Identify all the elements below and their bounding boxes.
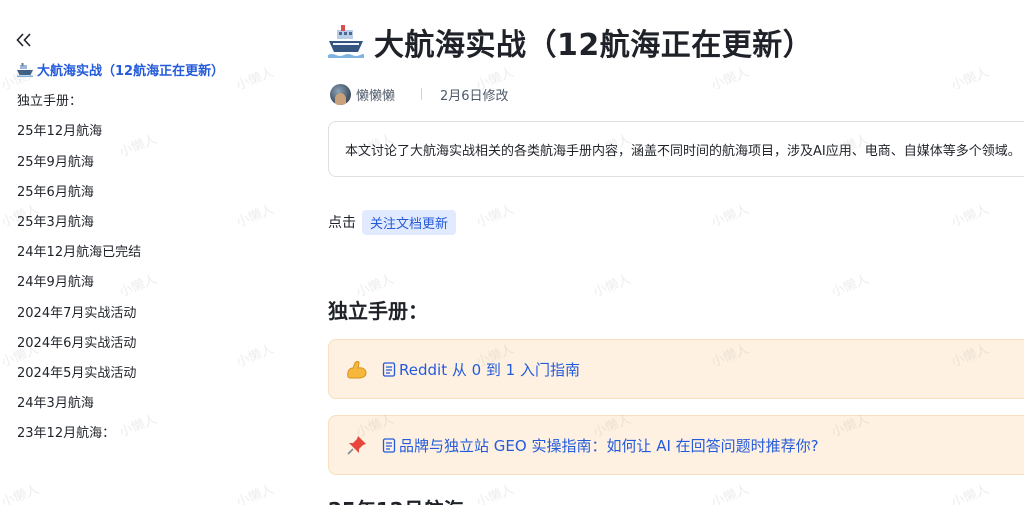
author-name[interactable]: 懒懒懒 [356,85,395,104]
flexed-biceps-icon [346,358,368,380]
toc-item[interactable]: 2024年5月实战活动 [17,362,290,392]
toc-item[interactable]: 24年3月航海 [17,392,290,422]
toc-item[interactable]: 2024年7月实战活动 [17,302,290,332]
toc-item-label: 大航海实战（12航海正在更新） [37,64,225,79]
toc-item[interactable]: 23年12月航海： [17,422,290,452]
section-heading: 25年12月航海 [328,494,464,505]
toc-item[interactable]: 25年12月航海 [17,120,290,150]
toc-list: 大航海实战（12航海正在更新） 独立手册： 25年12月航海 25年9月航海 2… [17,60,290,452]
follow-line: 点击 关注文档更新 [328,208,457,236]
pushpin-icon [346,434,368,456]
avatar[interactable] [330,83,351,105]
document-icon [382,361,396,377]
double-chevron-left-icon [16,33,31,47]
toc-item[interactable]: 25年3月航海 [17,211,290,241]
toc-item[interactable]: 独立手册： [17,90,290,120]
collapse-sidebar-button[interactable] [13,28,35,52]
doc-link[interactable]: Reddit 从 0 到 1 入门指南 [382,359,580,380]
doc-title: 大航海实战（12航海正在更新） [328,20,813,64]
meta-divider [421,88,423,100]
toc-item[interactable]: 25年9月航海 [17,151,290,181]
toc-item-main[interactable]: 大航海实战（12航海正在更新） [17,60,290,90]
section-heading: 独立手册： [328,299,428,323]
modified-time: 2月6日修改 [440,88,509,104]
doc-link[interactable]: 品牌与独立站 GEO 实操指南：如何让 AI 在回答问题时推荐你? [382,435,819,456]
follow-prefix: 点击 [328,215,356,231]
follow-doc-updates-button[interactable]: 关注文档更新 [362,209,457,235]
toc-item[interactable]: 24年12月航海已完结 [17,241,290,271]
doc-meta: 懒懒懒 2月6日修改 [330,83,509,105]
document-body: 大航海实战（12航海正在更新） 懒懒懒 2月6日修改 本文讨论了大航海实战相关的… [328,0,1024,505]
toc-sidebar: 大航海实战（12航海正在更新） 独立手册： 25年12月航海 25年9月航海 2… [0,0,300,505]
doc-link-label: Reddit 从 0 到 1 入门指南 [399,360,580,379]
callout-block: Reddit 从 0 到 1 入门指南 [328,339,1024,399]
document-icon [382,437,396,453]
callout-block: 品牌与独立站 GEO 实操指南：如何让 AI 在回答问题时推荐你? [328,415,1024,475]
doc-link-label: 品牌与独立站 GEO 实操指南：如何让 AI 在回答问题时推荐你? [399,436,819,455]
page-title: 大航海实战（12航海正在更新） [374,28,814,63]
ship-icon [17,62,33,86]
ship-icon [328,24,364,60]
summary-text: 本文讨论了大航海实战相关的各类航海手册内容，涵盖不同时间的航海项目，涉及AI应用… [345,143,1021,159]
ai-summary-box: 本文讨论了大航海实战相关的各类航海手册内容，涵盖不同时间的航海项目，涉及AI应用… [328,121,1024,177]
toc-item[interactable]: 2024年6月实战活动 [17,332,290,362]
toc-item[interactable]: 25年6月航海 [17,181,290,211]
toc-item[interactable]: 24年9月航海 [17,271,290,301]
